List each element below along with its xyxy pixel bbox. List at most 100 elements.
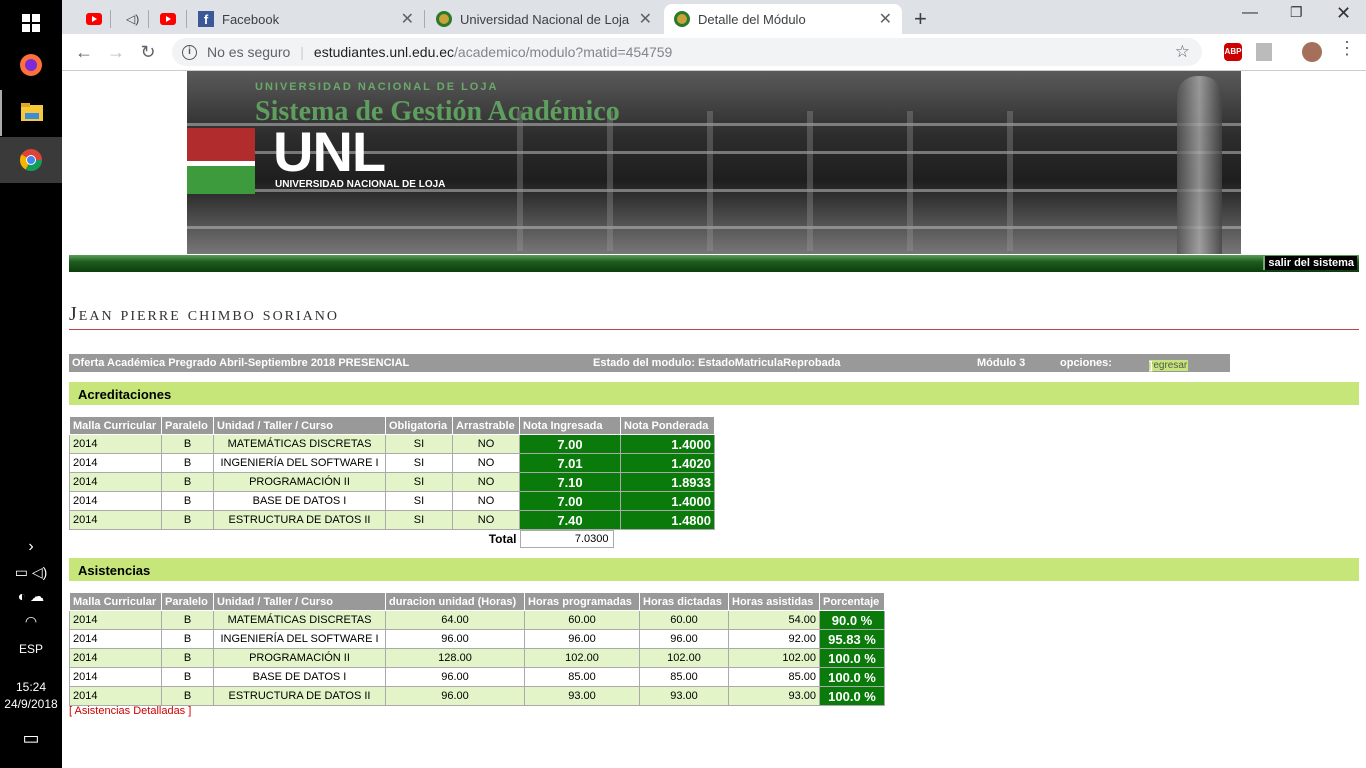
divider [69, 329, 1359, 330]
windows-start-icon[interactable] [0, 0, 62, 46]
cell: B [161, 510, 214, 530]
tab-facebook[interactable]: f Facebook ✕ [188, 4, 424, 34]
clock-date[interactable]: 24/9/2018 [0, 697, 62, 711]
speaker-icon: ◁) [126, 12, 140, 26]
table-row: 2014 B MATEMÁTICAS DISCRETAS SI NO 7.00 … [69, 434, 715, 454]
cell: 96.00 [385, 629, 525, 649]
cell: 96.00 [639, 629, 729, 649]
minimize-icon[interactable]: — [1242, 4, 1258, 22]
unl-favicon [436, 11, 452, 27]
language-indicator[interactable]: ESP [0, 642, 62, 656]
table-row: 2014 B INGENIERÍA DEL SOFTWARE I SI NO 7… [69, 453, 715, 473]
notification-icon[interactable]: ▭ [0, 728, 62, 749]
url-domain: estudiantes.unl.edu.ec [313, 44, 455, 60]
cell: B [161, 491, 214, 511]
security-label[interactable]: No es seguro [207, 44, 290, 60]
cell: B [161, 629, 214, 649]
table-row: 2014 B BASE DE DATOS I 96.00 85.00 85.00… [69, 667, 885, 687]
percentage-cell: 100.0 % [819, 686, 885, 706]
chevron-up-icon[interactable]: › [0, 538, 62, 556]
menu-icon[interactable]: ⋮ [1338, 38, 1356, 59]
back-link[interactable]: regresar [1149, 360, 1189, 371]
col-header: Malla Curricular [69, 416, 162, 435]
battery-volume-icon[interactable]: ▭ ◁) [0, 564, 62, 581]
restore-icon[interactable]: ❐ [1290, 4, 1303, 21]
youtube-icon [86, 13, 102, 25]
cell: 102.00 [728, 648, 820, 668]
col-header: Unidad / Taller / Curso [213, 416, 386, 435]
cell: B [161, 686, 214, 706]
cell: 85.00 [728, 667, 820, 687]
reload-icon[interactable]: ↻ [136, 40, 160, 64]
close-window-icon[interactable]: ✕ [1336, 3, 1351, 24]
tab-title: Universidad Nacional de Loja [460, 11, 630, 27]
star-icon[interactable]: ☆ [1175, 42, 1190, 62]
table-row: 2014 B MATEMÁTICAS DISCRETAS 64.00 60.00… [69, 610, 885, 630]
total-label: Total [69, 529, 520, 549]
unl-favicon [674, 11, 690, 27]
close-icon[interactable]: ✕ [879, 9, 892, 29]
cell: SI [385, 453, 453, 473]
tab-unl[interactable]: Universidad Nacional de Loja ✕ [426, 4, 662, 34]
clock-time[interactable]: 15:24 [0, 680, 62, 694]
table-row: 2014 B INGENIERÍA DEL SOFTWARE I 96.00 9… [69, 629, 885, 649]
cell: 93.00 [639, 686, 729, 706]
cell: 96.00 [524, 629, 640, 649]
cell: PROGRAMACIÓN II [213, 472, 386, 492]
cell: BASE DE DATOS I [213, 667, 386, 687]
col-header: Paralelo [161, 592, 214, 611]
col-header: Horas asistidas [728, 592, 820, 611]
forward-arrow-icon[interactable]: → [104, 40, 128, 64]
new-tab-icon[interactable]: + [914, 6, 927, 32]
col-header: Porcentaje [819, 592, 885, 611]
attendance-detail-link[interactable]: Asistencias Detalladas [75, 705, 186, 717]
percentage-cell: 100.0 % [819, 648, 885, 668]
tab-youtube-2[interactable] [150, 4, 190, 34]
weighted-cell: 1.8933 [620, 472, 715, 492]
cell: 85.00 [524, 667, 640, 687]
adblock-icon[interactable]: ABP [1224, 43, 1242, 61]
total-row: Total 7.0300 [69, 529, 715, 549]
cell: PROGRAMACIÓN II [213, 648, 386, 668]
cell: B [161, 667, 214, 687]
cell: ESTRUCTURA DE DATOS II [213, 510, 386, 530]
table-row: 2014 B ESTRUCTURA DE DATOS II 96.00 93.0… [69, 686, 885, 706]
pdf-extension-icon[interactable] [1256, 43, 1272, 61]
firefox-icon[interactable] [0, 42, 62, 88]
cell: SI [385, 491, 453, 511]
avatar[interactable] [1302, 42, 1322, 62]
tab-module-detail[interactable]: Detalle del Módulo ✕ [664, 4, 902, 34]
tab-audio[interactable]: ◁) [116, 4, 146, 34]
url-path: /academico/modulo?matid=454759 [454, 44, 673, 60]
cell: 96.00 [385, 667, 525, 687]
module-info-bar: Oferta Académica Pregrado Abril-Septiemb… [69, 354, 1230, 372]
chrome-taskbar-icon[interactable] [0, 137, 62, 183]
total-value: 7.0300 [519, 529, 715, 549]
cell: 2014 [69, 510, 162, 530]
close-icon[interactable]: ✕ [401, 9, 414, 29]
close-icon[interactable]: ✕ [639, 9, 652, 29]
cell: 85.00 [639, 667, 729, 687]
cell: MATEMÁTICAS DISCRETAS [213, 610, 386, 630]
cell: B [161, 434, 214, 454]
cell: NO [452, 510, 520, 530]
cell: BASE DE DATOS I [213, 491, 386, 511]
cell: 2014 [69, 648, 162, 668]
cell: 96.00 [385, 686, 525, 706]
col-header: Obligatoria [385, 416, 453, 435]
col-header: Malla Curricular [69, 592, 162, 611]
back-arrow-icon[interactable]: ← [72, 40, 96, 64]
logout-link[interactable]: salir del sistema [1263, 256, 1357, 270]
wifi-icon[interactable]: ◠ [0, 613, 62, 630]
table-row: 2014 B PROGRAMACIÓN II SI NO 7.10 1.8933 [69, 472, 715, 492]
cloud-icon[interactable]: ◐ ☁ [0, 588, 62, 605]
address-bar[interactable]: i No es seguro | estudiantes.unl.edu.ec /… [172, 38, 1202, 66]
info-icon[interactable]: i [182, 44, 197, 60]
file-explorer-icon[interactable] [0, 90, 62, 136]
attendance-table: Malla Curricular Paralelo Unidad / Talle… [69, 592, 885, 706]
col-header: Nota Ponderada [620, 416, 715, 435]
col-header: Horas dictadas [639, 592, 729, 611]
cell: 128.00 [385, 648, 525, 668]
statue-figure [1177, 76, 1222, 254]
university-small: UNIVERSIDAD NACIONAL DE LOJA [255, 81, 499, 93]
